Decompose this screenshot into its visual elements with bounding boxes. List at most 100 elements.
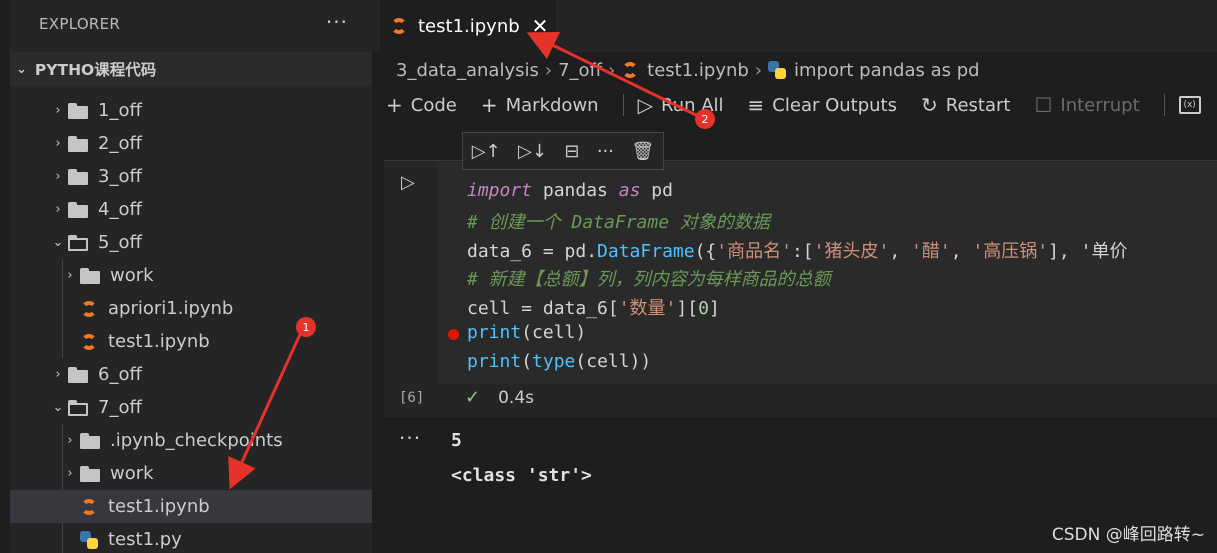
folder-icon [80, 465, 100, 482]
add-code-label: Code [410, 94, 457, 116]
code-line: import pandas as pd [467, 180, 673, 201]
folder-open-icon [68, 399, 88, 416]
tree-item-label: 7_off [98, 397, 142, 418]
folder-icon [68, 102, 88, 119]
plus-icon: + [480, 93, 498, 117]
tree-item-label: test1.ipynb [108, 331, 210, 352]
trash-icon[interactable]: 🗑 [631, 141, 654, 162]
clear-outputs-button[interactable]: ≡ Clear Outputs [748, 93, 897, 117]
tree-item-label: work [110, 463, 154, 484]
tree-item-label: 2_off [98, 133, 142, 154]
workspace-name: PYTHO课程代码 [34, 61, 157, 79]
execute-above-icon[interactable]: ▷↑ [472, 141, 501, 162]
tab-label: test1.ipynb [418, 15, 520, 37]
close-icon[interactable]: ✕ [532, 14, 549, 38]
restart-icon: ↻ [921, 93, 938, 117]
tree-item-label: 1_off [98, 100, 142, 121]
more-actions-icon[interactable]: ··· [326, 10, 348, 34]
tree-item[interactable]: apriori1.ipynb [10, 292, 372, 325]
python-icon [768, 61, 787, 79]
variables-icon[interactable]: (x) [1178, 96, 1201, 114]
run-cell-icon[interactable]: ▷ [401, 172, 415, 193]
jupyter-icon [80, 333, 98, 351]
chevron-right-icon: › [55, 169, 61, 184]
restart-button[interactable]: ↻ Restart [921, 93, 1010, 117]
code-line: data_6 = pd.DataFrame({'商品名':['猪头皮', '醋'… [467, 241, 1128, 262]
tree-item-label: .ipynb_checkpoints [110, 430, 283, 451]
code-line: print(cell) [467, 322, 587, 343]
tree-item[interactable]: › work [10, 457, 372, 490]
tree-item-label: work [110, 265, 154, 286]
plus-icon: + [386, 93, 403, 117]
chevron-right-icon: › [55, 202, 61, 217]
explorer-title: EXPLORER [39, 15, 121, 33]
folder-icon [68, 366, 88, 383]
breadcrumb-folder[interactable]: 7_off [558, 60, 602, 81]
tree-item[interactable]: › work [10, 259, 372, 292]
tree-item[interactable]: › 4_off [10, 193, 372, 226]
tree-item-label: test1.py [108, 529, 182, 550]
chevron-right-icon: › [67, 433, 73, 448]
tree-item-label: test1.ipynb [108, 496, 210, 517]
folder-icon [80, 267, 100, 284]
chevron-right-icon: › [55, 103, 61, 118]
breadcrumb-folder[interactable]: 3_data_analysis [396, 60, 539, 81]
jupyter-icon [80, 300, 98, 318]
toolbar-divider [622, 94, 624, 116]
watermark: CSDN @峰回路转~ [1051, 525, 1205, 545]
folder-open-icon [68, 234, 88, 251]
chevron-down-icon: ⌄ [16, 61, 27, 77]
tree-item[interactable]: ⌄ 7_off [10, 391, 372, 424]
restart-label: Restart [945, 94, 1011, 116]
tree-item[interactable]: › 6_off [10, 358, 372, 391]
folder-icon [68, 168, 88, 185]
tab-test1-ipynb[interactable]: test1.ipynb ✕ [380, 0, 556, 52]
clear-all-icon: ≡ [747, 93, 765, 117]
breadcrumb: 3_data_analysis › 7_off › test1.ipynb › … [396, 58, 980, 82]
chevron-right-icon: › [607, 59, 616, 81]
execution-time: 0.4s [498, 387, 534, 408]
jupyter-icon [80, 498, 98, 516]
chevron-down-icon: ⌄ [52, 400, 64, 415]
chevron-right-icon: › [754, 59, 763, 81]
jupyter-icon [621, 61, 639, 79]
tree-item[interactable]: test1.ipynb [10, 325, 372, 358]
code-line: cell = data_6['数量'][0] [467, 298, 720, 319]
split-cell-icon[interactable]: ⊟ [564, 141, 579, 162]
output-more-icon[interactable]: ··· [399, 426, 421, 450]
tree-item[interactable]: ⌄ 5_off [10, 226, 372, 259]
cell-toolbar: ▷↑ ▷↓ ⊟ ··· 🗑 [462, 132, 664, 170]
breadcrumb-file[interactable]: test1.ipynb [647, 60, 749, 81]
code-line: print(type(cell)) [467, 351, 652, 372]
run-all-icon: ▷ [637, 93, 653, 117]
tree-item[interactable]: › 2_off [10, 127, 372, 160]
tree-item-label: 5_off [98, 232, 142, 253]
toolbar-divider [1163, 94, 1165, 116]
breakpoint-icon[interactable] [448, 329, 459, 340]
chevron-right-icon: › [55, 367, 61, 382]
tree-item[interactable]: › .ipynb_checkpoints [10, 424, 372, 457]
tree-item-label: 4_off [98, 199, 142, 220]
interrupt-button[interactable]: ☐ Interrupt [1034, 93, 1139, 117]
add-code-button[interactable]: + Code [386, 93, 457, 117]
check-icon: ✓ [465, 387, 481, 408]
tree-item[interactable]: › 3_off [10, 160, 372, 193]
chevron-down-icon: ⌄ [52, 235, 64, 250]
more-icon[interactable]: ··· [597, 141, 614, 162]
execute-below-icon[interactable]: ▷↓ [518, 141, 547, 162]
tree-item[interactable]: test1.py [10, 523, 372, 553]
interrupt-label: Interrupt [1060, 94, 1140, 116]
explorer-sidebar: EXPLORER ··· ⌄ PYTHO课程代码 › 1_off › 2_off › 3_… [10, 0, 372, 553]
tab-bar: test1.ipynb ✕ [372, 0, 1217, 52]
annotation-badge-2: 2 [695, 109, 715, 129]
add-markdown-button[interactable]: + Markdown [481, 93, 599, 117]
tree-item[interactable]: test1.ipynb [10, 490, 372, 523]
clear-outputs-label: Clear Outputs [772, 94, 897, 116]
chevron-right-icon: › [67, 466, 73, 481]
breadcrumb-symbol[interactable]: import pandas as pd [794, 60, 980, 81]
annotation-badge-1: 1 [296, 317, 316, 337]
workspace-section-header[interactable]: ⌄ PYTHO课程代码 [10, 52, 372, 86]
python-icon [80, 530, 98, 549]
tree-item[interactable]: › 1_off [10, 94, 372, 127]
stop-icon: ☐ [1034, 93, 1053, 117]
